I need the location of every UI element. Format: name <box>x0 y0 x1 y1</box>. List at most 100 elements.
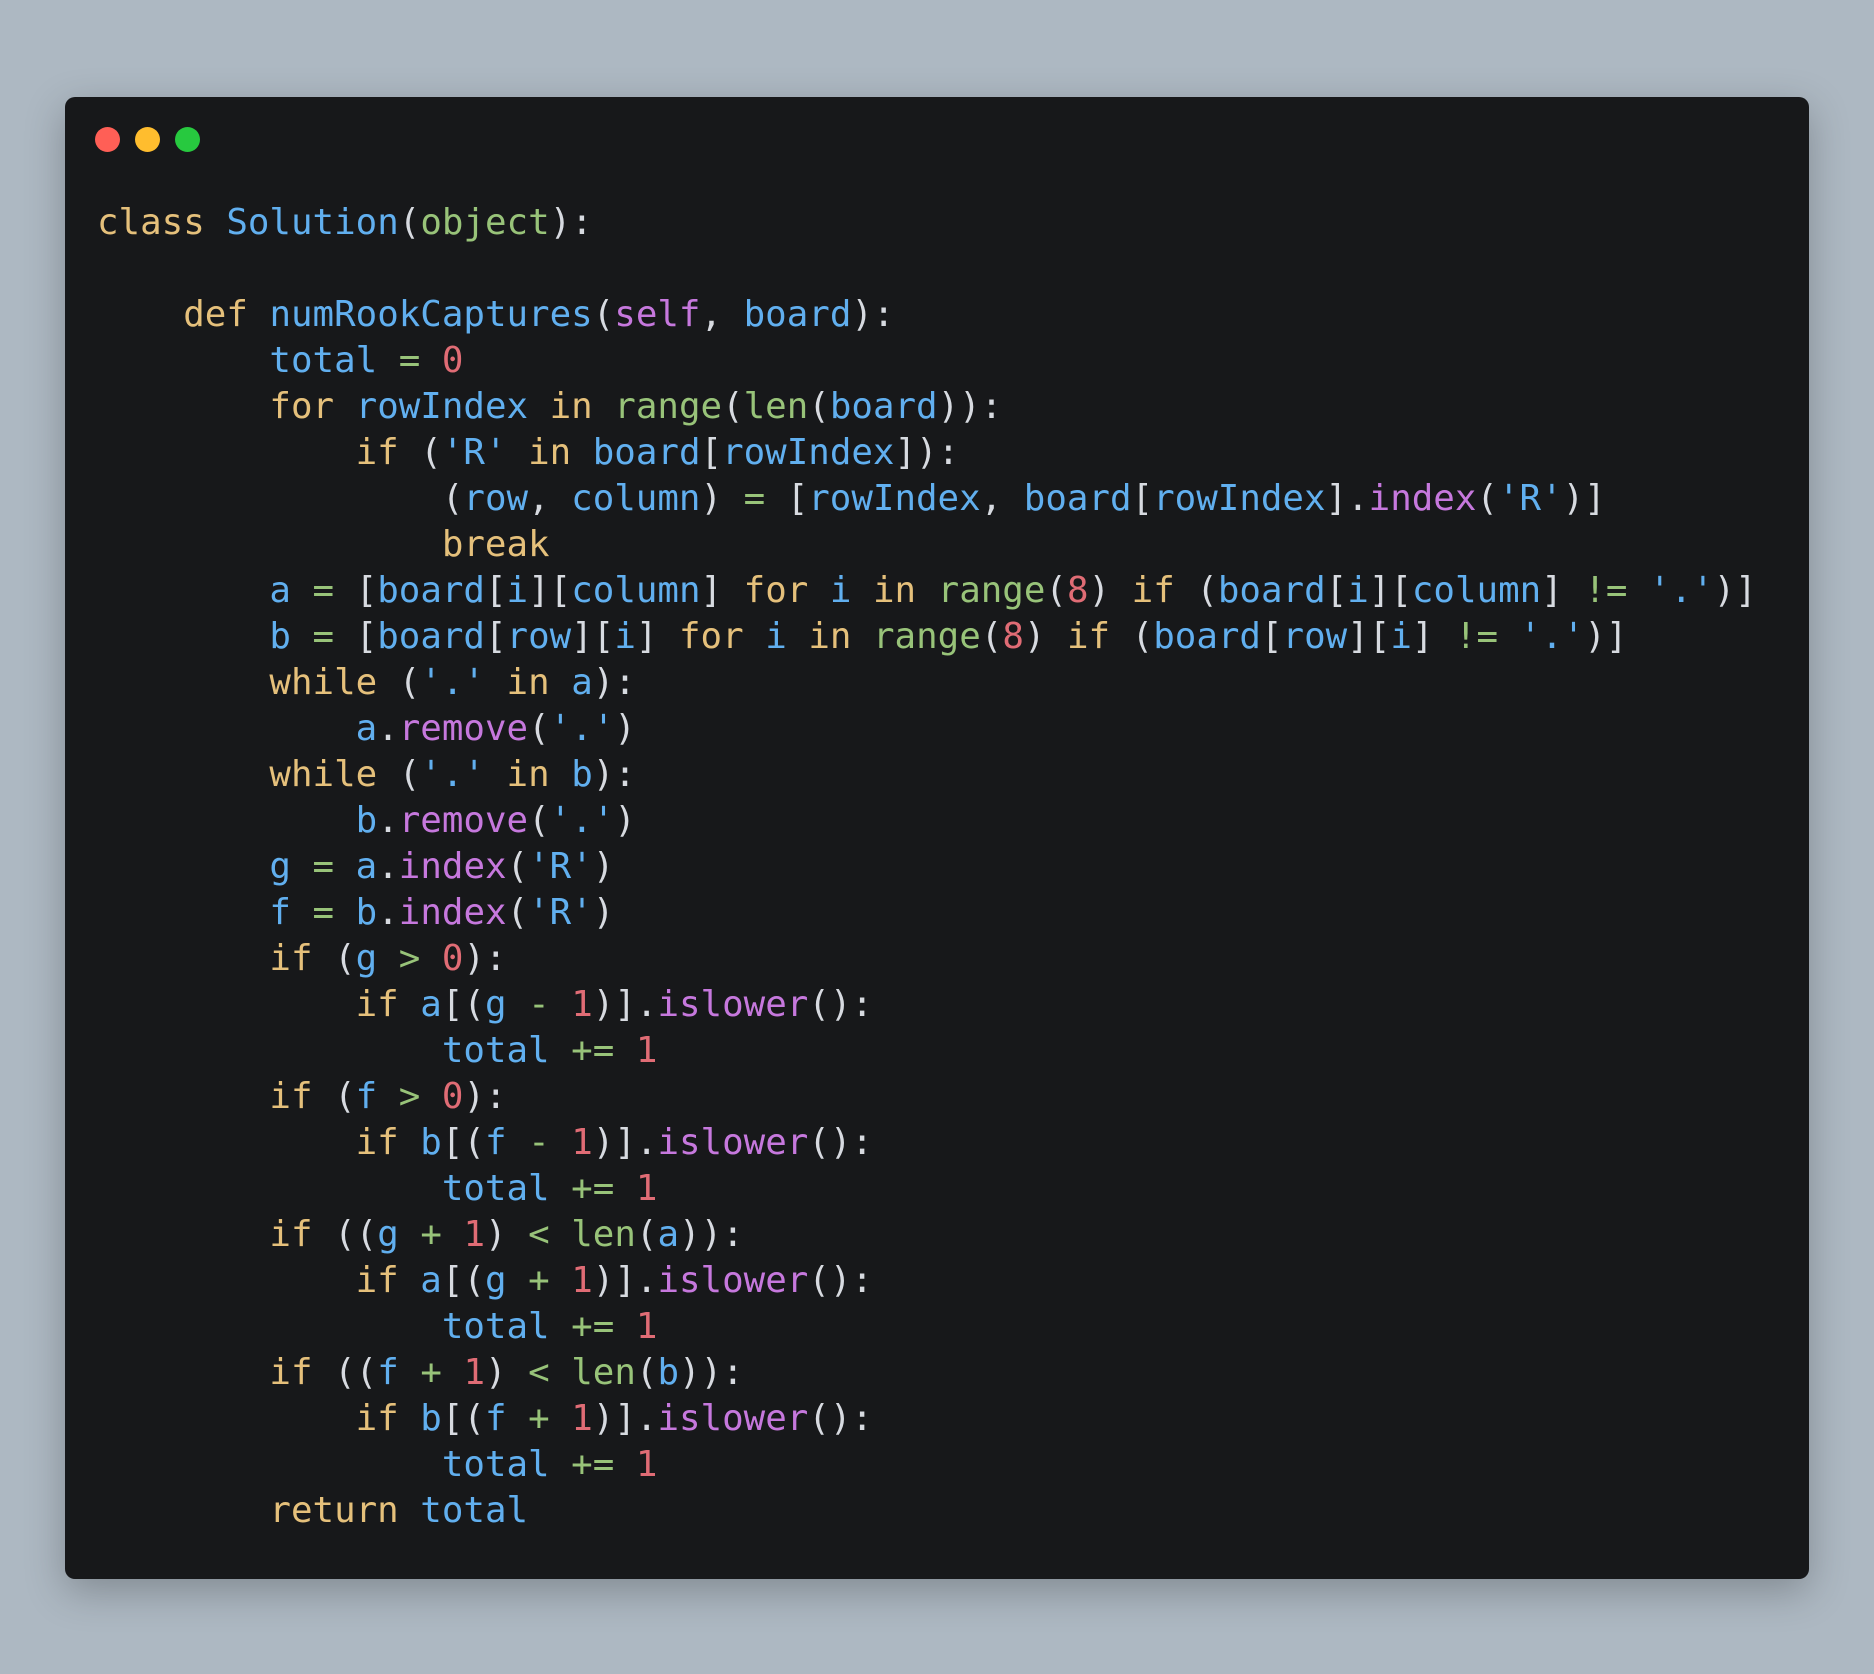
code-token: . <box>377 708 399 749</box>
code-line: total += 1 <box>97 1304 1757 1350</box>
code-token: 1 <box>635 1306 658 1347</box>
code-token: 8 <box>1002 616 1024 657</box>
code-token: ( <box>635 1214 658 1255</box>
code-token: < <box>528 1214 550 1255</box>
code-token: [ <box>1131 478 1154 519</box>
code-token: 1 <box>571 1398 593 1439</box>
code-token: += <box>571 1306 615 1347</box>
code-token: '.' <box>549 800 615 841</box>
code-token: islower <box>657 1398 809 1439</box>
code-token: i <box>1390 616 1412 657</box>
code-token: total <box>420 1490 529 1531</box>
code-token: '.' <box>420 754 485 795</box>
code-line: g = a.index('R') <box>97 844 1757 890</box>
code-token: ( <box>506 846 529 887</box>
code-token: = <box>743 478 766 519</box>
code-token: 1 <box>571 1260 593 1301</box>
code-token: )): <box>679 1214 744 1255</box>
code-token: for <box>678 616 744 657</box>
code-line: if a[(g + 1)].islower(): <box>97 1258 1757 1304</box>
maximize-button[interactable] <box>175 127 200 152</box>
code-token: ( <box>377 754 421 795</box>
code-token: ) <box>700 478 744 519</box>
code-line: if (g > 0): <box>97 936 1757 982</box>
code-line: b.remove('.') <box>97 798 1757 844</box>
code-token: )]. <box>592 1122 658 1163</box>
code-token: 1 <box>463 1352 485 1393</box>
code-token: [( <box>441 1398 485 1439</box>
code-token: index <box>398 846 507 887</box>
code-token: board <box>592 432 701 473</box>
code-token: 1 <box>463 1214 485 1255</box>
code-token: + <box>420 1214 442 1255</box>
code-token: total <box>441 1030 550 1071</box>
code-token: [ <box>700 432 723 473</box>
code-token: g <box>355 938 378 979</box>
code-token: ( <box>528 708 550 749</box>
code-token: , <box>980 478 1024 519</box>
code-token: if <box>355 432 399 473</box>
code-token: = <box>398 340 421 381</box>
code-token: = <box>312 846 335 887</box>
code-token: in <box>872 570 917 611</box>
code-token: 1 <box>571 984 593 1025</box>
code-line: def numRookCaptures(self, board): <box>97 292 1757 338</box>
code-token: , <box>700 294 744 335</box>
code-line: if (f > 0): <box>97 1074 1757 1120</box>
code-token: row <box>506 616 572 657</box>
code-token: ) <box>614 800 636 841</box>
code-token: column <box>571 570 701 611</box>
code-token: 'R' <box>528 892 593 933</box>
close-button[interactable] <box>95 127 120 152</box>
code-token: [ <box>484 616 507 657</box>
code-token: )] <box>1562 478 1606 519</box>
code-token: [ <box>484 570 507 611</box>
minimize-button[interactable] <box>135 127 160 152</box>
code-token: i <box>614 616 636 657</box>
code-token: [ <box>765 478 809 519</box>
code-token: [( <box>441 1260 485 1301</box>
code-token: b <box>420 1398 442 1439</box>
code-token: b <box>355 800 378 841</box>
code-line: total += 1 <box>97 1442 1757 1488</box>
code-token: f <box>484 1398 507 1439</box>
code-token: total <box>441 1444 550 1485</box>
code-line: while ('.' in b): <box>97 752 1757 798</box>
code-token: ( <box>1045 570 1067 611</box>
code-line: a.remove('.') <box>97 706 1757 752</box>
code-token: self <box>614 294 701 335</box>
code-token: len <box>743 386 809 427</box>
code-window: class Solution(object): def numRookCaptu… <box>65 97 1809 1579</box>
code-block: class Solution(object): def numRookCaptu… <box>97 200 1757 1534</box>
code-token: )]. <box>592 984 658 1025</box>
code-token: Solution <box>226 202 399 243</box>
code-token: in <box>506 754 550 795</box>
code-token: ) <box>1088 570 1132 611</box>
